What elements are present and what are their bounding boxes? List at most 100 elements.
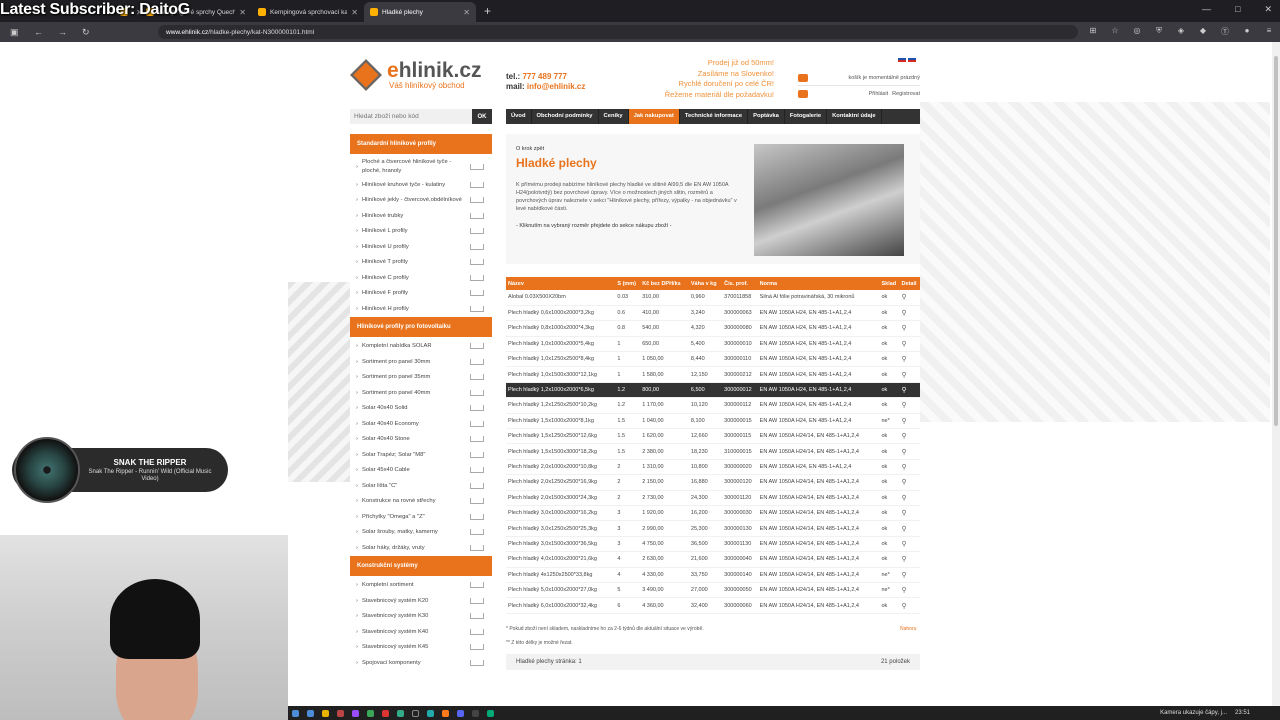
detail-magnifier-icon[interactable]: ⚲ — [899, 567, 920, 583]
column-header[interactable]: Detail — [899, 277, 920, 290]
app-icon[interactable] — [487, 709, 494, 717]
obs-icon[interactable] — [472, 709, 479, 717]
flag-sk-icon[interactable] — [898, 56, 906, 62]
table-row[interactable]: Plech hladký 2,0x1500x3000*24,3kg 2 2 730,… — [506, 490, 920, 506]
category-item[interactable]: › Hliníkové L profily — [350, 224, 492, 240]
detail-magnifier-icon[interactable]: ⚲ — [899, 597, 920, 614]
column-header[interactable]: Název — [506, 277, 616, 290]
detail-magnifier-icon[interactable]: ⚲ — [899, 382, 920, 399]
table-row[interactable]: Plech hladký 0,8x1000x2000*4,3kg 0.8 540,0… — [506, 320, 920, 337]
category-item[interactable]: › Příchytky "Omega" a "Z" — [350, 509, 492, 525]
category-heading[interactable]: Hliníkové profily pro fotovoltaiku — [350, 316, 492, 337]
detail-magnifier-icon[interactable]: ⚲ — [899, 397, 920, 414]
detail-magnifier-icon[interactable]: ⚲ — [899, 474, 920, 491]
close-tab-icon[interactable]: ✕ — [351, 8, 358, 17]
search-button[interactable]: OK — [472, 109, 492, 124]
category-item[interactable]: › Stavebnicový systém K30 — [350, 609, 492, 625]
back-link[interactable]: O krok zpět — [516, 146, 544, 152]
new-tab-button[interactable]: + — [484, 4, 491, 18]
category-item[interactable]: › Kompletní nabídka SOLAR — [350, 339, 492, 355]
nav-item[interactable]: Ceníky — [599, 109, 629, 124]
close-tab-icon[interactable]: ✕ — [463, 8, 470, 17]
category-item[interactable]: › Stavebnicový systém K45 — [350, 640, 492, 656]
category-item[interactable]: › Ploché a čtvercové hliníkové tyče - plo… — [350, 156, 492, 177]
table-row[interactable]: Plech hladký 4x1250x2500*33,8kg 4 4 330,00… — [506, 567, 920, 583]
table-row[interactable]: Plech hladký 1,2x1000x2000*6,5kg 1.2 800,0… — [506, 382, 920, 399]
reload-icon[interactable]: ↻ — [82, 27, 96, 38]
detail-magnifier-icon[interactable]: ⚲ — [899, 505, 920, 522]
column-header[interactable]: Kč bez DPH/ks — [640, 277, 689, 290]
table-row[interactable]: Plech hladký 6,0x1000x2000*32,4kg 6 4 360,… — [506, 597, 920, 614]
table-row[interactable]: Plech hladký 4,0x1000x2000*21,6kg 4 2 630,… — [506, 551, 920, 568]
nav-item[interactable]: Technické informace — [680, 109, 749, 124]
close-window-icon[interactable]: ✕ — [1264, 4, 1272, 15]
firefox-account-icon[interactable]: ◎ — [1132, 26, 1142, 37]
category-item[interactable]: › Spojovací komponenty — [350, 655, 492, 671]
table-row[interactable]: Plech hladký 2,0x1000x2000*10,8kg 2 1 310,… — [506, 459, 920, 476]
category-item[interactable]: › Hliníkové H profily — [350, 301, 492, 317]
search-input[interactable] — [350, 109, 472, 124]
category-item[interactable]: › Hliníkové F profily — [350, 286, 492, 302]
table-row[interactable]: Plech hladký 5,0x1000x2000*27,0kg 5 3 490,… — [506, 582, 920, 599]
table-row[interactable]: Plech hladký 1,5x1500x3000*18,2kg 1.5 2 38… — [506, 443, 920, 460]
table-row[interactable]: Plech hladký 1,5x1250x2500*12,6kg 1.5 1 62… — [506, 428, 920, 445]
record-icon[interactable]: ● — [1242, 26, 1252, 37]
column-header[interactable]: Sklad — [879, 277, 900, 290]
start-icon[interactable] — [292, 709, 299, 717]
category-item[interactable]: › Konstrukce na rovné střechy — [350, 494, 492, 510]
column-header[interactable]: S (mm) — [615, 277, 641, 290]
detail-magnifier-icon[interactable]: ⚲ — [899, 290, 920, 306]
screenshot-icon[interactable]: ⊞ — [1088, 26, 1098, 37]
firefox-icon[interactable] — [442, 709, 449, 717]
extensions-icon[interactable]: ◈ — [1176, 26, 1186, 37]
column-header[interactable]: Norma — [757, 277, 880, 290]
category-item[interactable]: › Solar Trapéz; Solar "M8" — [350, 447, 492, 463]
category-item[interactable]: › Solar 40x40 Solid — [350, 401, 492, 417]
explorer-icon[interactable] — [322, 709, 329, 717]
category-heading[interactable]: Konstrukční systémy — [350, 555, 492, 576]
category-item[interactable]: › Solar háky, držáky, vruty — [350, 540, 492, 556]
detail-magnifier-icon[interactable]: ⚲ — [899, 305, 920, 322]
app-icon[interactable] — [397, 709, 404, 717]
detail-magnifier-icon[interactable]: ⚲ — [899, 351, 920, 368]
close-tab-icon[interactable]: ✕ — [239, 8, 246, 17]
category-item[interactable]: › Solar 40x40 Economy — [350, 416, 492, 432]
table-row[interactable]: Plech hladký 3,0x1500x3000*36,5kg 3 4 750,… — [506, 536, 920, 553]
browser-tab[interactable]: Hladké plechy ✕ — [364, 2, 476, 22]
detail-magnifier-icon[interactable]: ⚲ — [899, 582, 920, 599]
forward-icon[interactable]: → — [58, 27, 72, 37]
news-widget[interactable]: Kamera ukazuje čápy, j... — [1160, 710, 1227, 716]
detail-magnifier-icon[interactable]: ⚲ — [899, 366, 920, 383]
detail-magnifier-icon[interactable]: ⚲ — [899, 459, 920, 476]
app-icon[interactable] — [382, 709, 389, 717]
category-item[interactable]: › Hliníkové U profily — [350, 239, 492, 255]
app-icon[interactable] — [337, 709, 344, 717]
bookmark-star-icon[interactable]: ☆ — [1110, 26, 1120, 37]
category-item[interactable]: › Sortiment pro panel 30mm — [350, 354, 492, 370]
maximize-icon[interactable]: □ — [1235, 4, 1240, 15]
app-icon[interactable] — [412, 709, 419, 717]
translate-icon[interactable]: Ⓣ — [1220, 26, 1230, 37]
table-row[interactable]: Alobal 0.03X500X20bm 0.03 310,00 0,960 37001… — [506, 290, 920, 306]
category-item[interactable]: › Solar lišta "C" — [350, 478, 492, 494]
login-link[interactable]: Přihlásit — [869, 91, 889, 97]
menu-icon[interactable]: ≡ — [1264, 26, 1274, 37]
back-icon[interactable]: ← — [34, 27, 48, 37]
category-item[interactable]: › Stavebnicový systém K40 — [350, 624, 492, 640]
table-row[interactable]: Plech hladký 2,0x1250x2500*16,9kg 2 2 150,… — [506, 474, 920, 491]
detail-magnifier-icon[interactable]: ⚲ — [899, 536, 920, 553]
category-item[interactable]: › Solar 40x40 Stone — [350, 432, 492, 448]
column-header[interactable]: Váha v kg — [688, 277, 723, 290]
detail-magnifier-icon[interactable]: ⚲ — [899, 490, 920, 506]
nav-item[interactable]: Úvod — [506, 109, 532, 124]
page-scrollbar[interactable] — [1272, 42, 1280, 706]
url-field[interactable]: www.ehlinik.cz/hladke-plechy/kat-N300000… — [158, 25, 1078, 39]
detail-magnifier-icon[interactable]: ⚲ — [899, 520, 920, 537]
detail-magnifier-icon[interactable]: ⚲ — [899, 413, 920, 430]
table-row[interactable]: Plech hladký 1,5x1000x2000*8,1kg 1.5 1 040… — [506, 413, 920, 430]
detail-magnifier-icon[interactable]: ⚲ — [899, 336, 920, 353]
nav-item[interactable]: Poptávka — [748, 109, 785, 124]
table-row[interactable]: Plech hladký 1,0x1500x3000*12,1kg 1 1 580,… — [506, 366, 920, 383]
category-item[interactable]: › Solar šrouby, matky, kamerny — [350, 525, 492, 541]
column-header[interactable]: Čís. prof. — [722, 277, 758, 290]
